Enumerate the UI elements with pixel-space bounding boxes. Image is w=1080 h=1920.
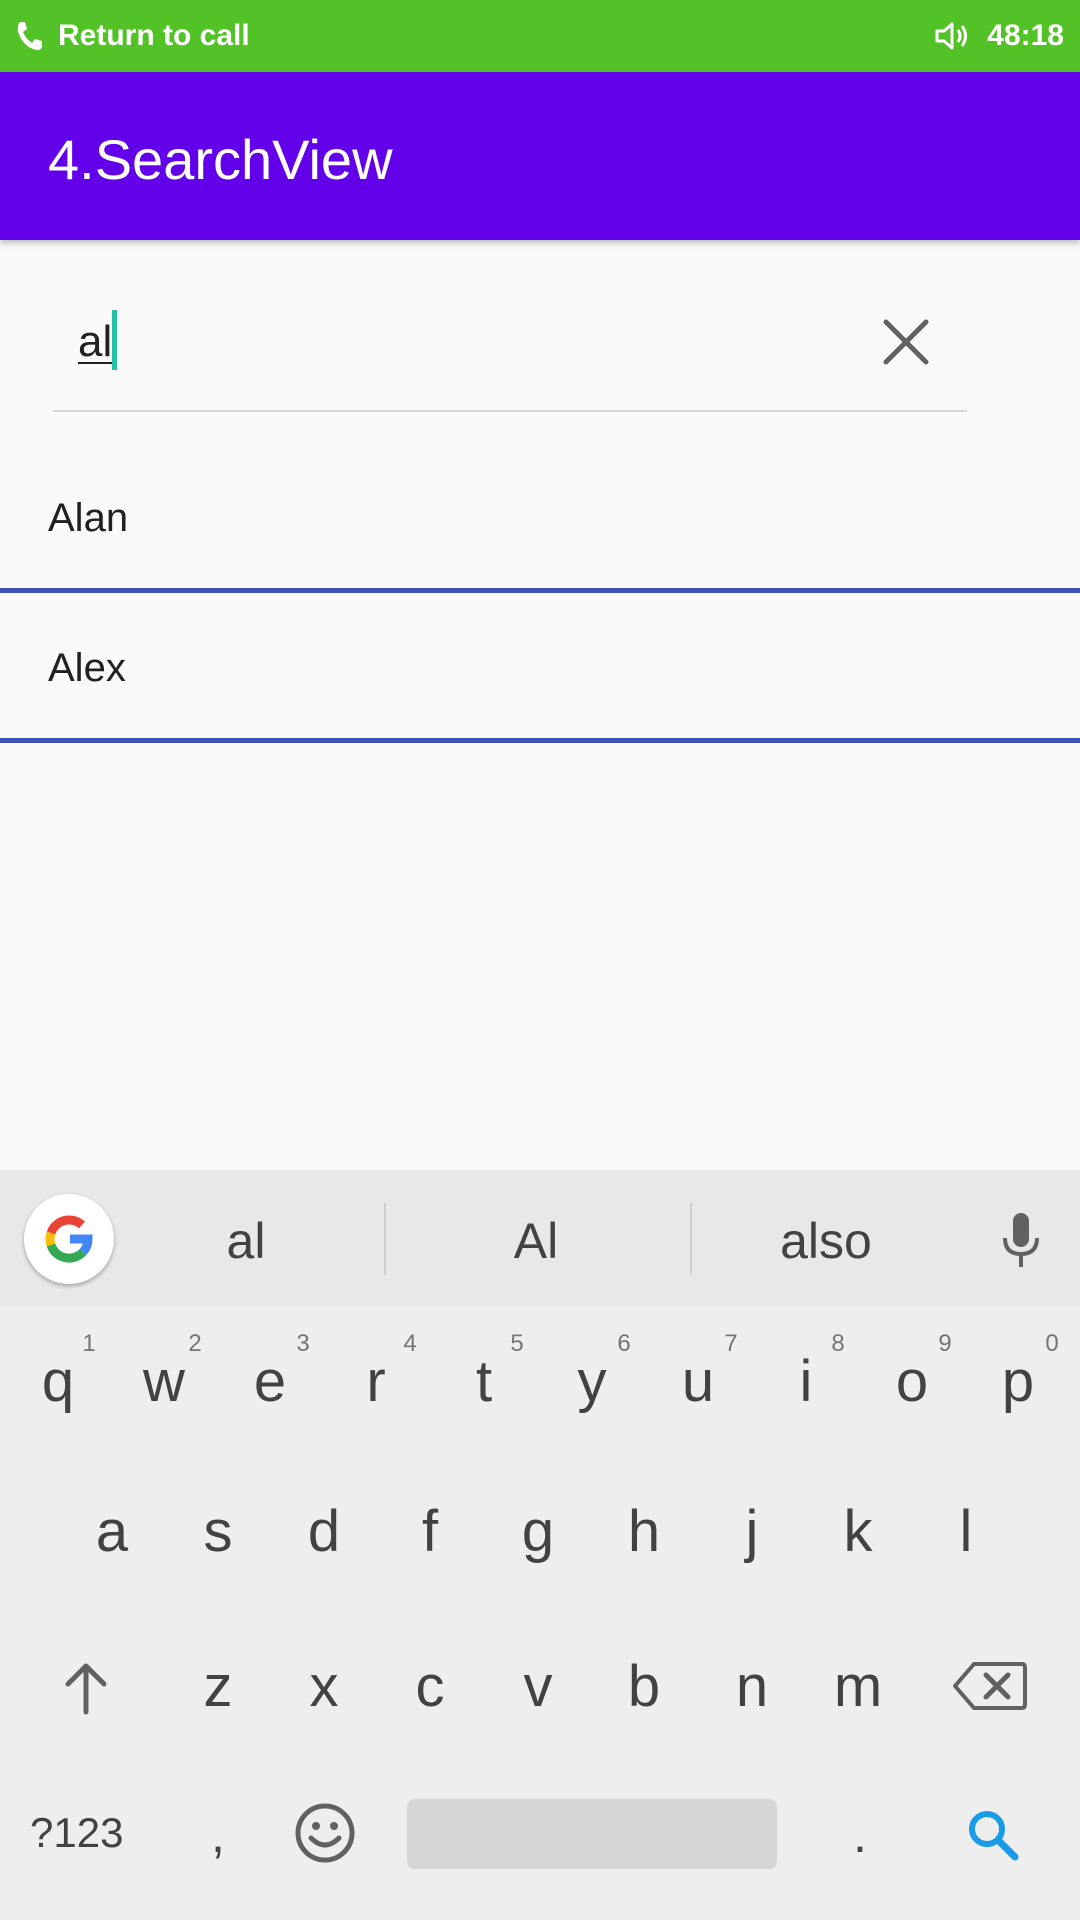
google-g-icon [45, 1215, 93, 1263]
key-hint: 6 [617, 1330, 631, 1357]
key-h[interactable]: h [604, 1497, 684, 1567]
close-icon[interactable] [880, 316, 932, 368]
key-f[interactable]: f [390, 1497, 470, 1567]
key-hint: 0 [1045, 1330, 1059, 1357]
key-hint: 3 [296, 1330, 310, 1357]
symbols-key[interactable]: ?123 [30, 1808, 123, 1858]
key-j[interactable]: j [712, 1497, 792, 1567]
key-hint: 4 [403, 1330, 417, 1357]
suggestion-2[interactable]: Al [476, 1212, 596, 1270]
search-underline [53, 410, 967, 412]
phone-icon[interactable] [14, 20, 44, 52]
microphone-icon[interactable] [996, 1210, 1046, 1270]
key-c[interactable]: c [390, 1652, 470, 1722]
key-z[interactable]: z [178, 1652, 258, 1722]
suggestion-3[interactable]: also [766, 1212, 886, 1270]
key-a[interactable]: a [72, 1497, 152, 1567]
return-to-call-link[interactable]: Return to call [58, 18, 250, 54]
backspace-icon[interactable] [952, 1660, 1028, 1712]
text-cursor [112, 310, 117, 370]
list-divider [0, 738, 1080, 743]
key-hint: 1 [82, 1330, 96, 1357]
key-x[interactable]: x [284, 1652, 364, 1722]
comma-key[interactable]: , [178, 1800, 258, 1870]
key-n[interactable]: n [712, 1652, 792, 1722]
call-timer: 48:18 [987, 19, 1064, 52]
key-hint: 5 [510, 1330, 524, 1357]
key-d[interactable]: d [284, 1497, 364, 1567]
key-hint: 8 [831, 1330, 845, 1357]
list-item-alan[interactable]: Alan [48, 494, 128, 542]
page-title: 4.SearchView [48, 128, 393, 191]
space-bar[interactable] [407, 1799, 777, 1869]
key-g[interactable]: g [498, 1497, 578, 1567]
key-hint: 2 [188, 1330, 202, 1357]
key-s[interactable]: s [178, 1497, 258, 1567]
search-input[interactable]: al [78, 316, 112, 368]
key-b[interactable]: b [604, 1652, 684, 1722]
search-icon[interactable] [966, 1808, 1020, 1862]
google-button[interactable] [24, 1194, 114, 1284]
speaker-icon [935, 22, 967, 50]
suggestion-divider [690, 1203, 692, 1275]
shift-arrow-icon[interactable] [58, 1660, 114, 1716]
suggestion-1[interactable]: al [186, 1212, 306, 1270]
emoji-icon[interactable] [294, 1802, 356, 1864]
key-k[interactable]: k [818, 1497, 898, 1567]
key-m[interactable]: m [818, 1652, 898, 1722]
key-v[interactable]: v [498, 1652, 578, 1722]
key-hint: 9 [938, 1330, 952, 1357]
list-item-alex[interactable]: Alex [48, 644, 126, 692]
period-key[interactable]: . [820, 1800, 900, 1870]
key-l[interactable]: l [926, 1497, 1006, 1567]
key-hint: 7 [724, 1330, 738, 1357]
suggestion-divider [384, 1203, 386, 1275]
list-divider [0, 588, 1080, 593]
